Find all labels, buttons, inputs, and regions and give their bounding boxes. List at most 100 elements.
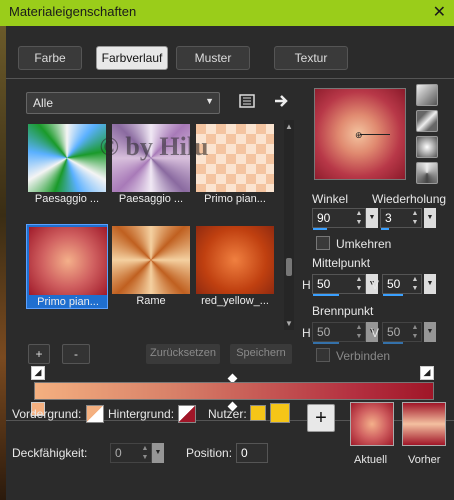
focus-h-bar (313, 342, 339, 344)
foreground-swatch[interactable] (86, 405, 104, 423)
focus-label: Brennpunkt (312, 304, 374, 318)
gradient-thumb[interactable]: Rame (110, 224, 192, 309)
gradient-preview (112, 226, 190, 294)
user-swatch-2[interactable] (270, 403, 290, 423)
angle-bar (313, 228, 327, 230)
focus-v-input[interactable]: 50 ▲ ▼ (382, 322, 422, 344)
center-v-input[interactable]: 50 ▲ ▼ (382, 274, 422, 296)
user-swatch-1[interactable] (250, 405, 266, 421)
tab-farbverlauf[interactable]: Farbverlauf (96, 46, 168, 70)
focus-h-stepper[interactable]: ▲ ▼ (353, 323, 365, 341)
angle-stepper[interactable]: ▲ ▼ (353, 209, 365, 227)
repeat-stepper[interactable]: ▲ ▼ (409, 209, 421, 227)
chevron-down-icon[interactable]: ▼ (284, 319, 294, 328)
center-v-stepper[interactable]: ▲ ▼ (409, 275, 421, 293)
radial-style-button[interactable] (416, 136, 438, 158)
angle-label: Winkel (312, 192, 349, 206)
tab-muster[interactable]: Muster (176, 46, 250, 70)
gradient-caption: Primo pian... (204, 193, 266, 205)
foreground-label: Vordergrund: (12, 407, 82, 421)
save-button[interactable]: Speichern (230, 344, 292, 364)
center-v-label: V (371, 278, 380, 292)
rectangular-style-button[interactable] (416, 110, 438, 132)
center-h-bar (313, 294, 339, 296)
chevron-up-icon[interactable]: ▲ (284, 122, 294, 131)
repeat-input[interactable]: 3 ▲ ▼ (380, 208, 422, 230)
background-label: Hintergrund: (108, 407, 175, 421)
center-v-dropdown[interactable]: ▼ (424, 274, 436, 294)
opacity-label: Deckfähigkeit: (12, 446, 88, 460)
tab-farbe[interactable]: Farbe (18, 46, 82, 70)
gradient-caption: red_yellow_... (201, 295, 269, 307)
focus-h-value: 50 (317, 325, 331, 339)
gallery-scrollbar[interactable]: ▲ ▼ (284, 120, 294, 330)
link-checkbox[interactable] (316, 348, 330, 362)
gradient-thumb[interactable]: red_yellow_... (194, 224, 276, 309)
focus-v-value: 50 (387, 325, 401, 339)
position-input[interactable]: 0 (236, 443, 268, 463)
focus-v-stepper[interactable]: ▲ ▼ (409, 323, 421, 341)
focus-h-input[interactable]: 50 ▲ ▼ (312, 322, 366, 344)
tab-textur[interactable]: Textur (274, 46, 348, 70)
reset-button[interactable]: Zurücksetzen (146, 344, 220, 364)
linear-style-button[interactable] (416, 84, 438, 106)
gradient-edit-icon[interactable] (238, 92, 256, 110)
gradient-preview (29, 227, 107, 295)
invert-checkbox[interactable] (316, 236, 330, 250)
gradient-bar[interactable] (34, 382, 434, 400)
window-title: Materialeigenschaften (9, 4, 137, 19)
opacity-stop-start[interactable]: ◢ (31, 366, 45, 380)
arrow-right-icon[interactable] (272, 92, 290, 110)
center-crosshair[interactable]: ⊕ (355, 130, 363, 141)
sunburst-style-button[interactable] (416, 162, 438, 184)
opacity-stepper[interactable]: ▲ ▼ (139, 444, 151, 462)
gradient-thumb-selected[interactable]: Primo pian... (26, 224, 108, 309)
category-value: Alle (33, 96, 54, 110)
center-label: Mittelpunkt (312, 256, 371, 270)
gradient-preview (196, 226, 274, 294)
previous-swatch[interactable] (402, 402, 446, 446)
user-label: Nutzer: (208, 407, 247, 421)
gradient-caption: Paesaggio ... (118, 193, 184, 205)
angle-line (360, 134, 390, 135)
focus-v-dropdown[interactable]: ▼ (424, 322, 436, 342)
focus-h-label: H (302, 326, 311, 340)
opacity-stop-end[interactable]: ◢ (420, 366, 434, 380)
close-icon[interactable]: ✕ (433, 2, 446, 22)
angle-input[interactable]: 90 ▲ ▼ (312, 208, 366, 230)
repeat-dropdown[interactable]: ▼ (424, 208, 436, 228)
gradient-caption: Rame (136, 295, 166, 307)
background-strip (0, 26, 6, 500)
position-label: Position: (186, 446, 233, 460)
chevron-down-icon: ▼ (205, 96, 214, 106)
background-swatch[interactable] (178, 405, 196, 423)
title-bar: Materialeigenschaften ✕ (0, 0, 454, 26)
center-h-input[interactable]: 50 ▲ ▼ (312, 274, 366, 296)
opacity-dropdown[interactable]: ▼ (152, 443, 164, 463)
previous-label: Vorher (408, 454, 441, 466)
link-label: Verbinden (336, 349, 391, 363)
add-gradient-button[interactable]: + (28, 344, 50, 364)
position-value: 0 (241, 446, 248, 460)
add-to-swatches-button[interactable]: + (307, 404, 335, 432)
gradient-preview-large[interactable]: ⊕ (314, 88, 406, 180)
opacity-value: 0 (115, 446, 122, 460)
divider (6, 78, 454, 79)
gradient-caption: Paesaggio ... (34, 193, 100, 205)
remove-gradient-button[interactable]: - (62, 344, 90, 364)
opacity-input[interactable]: 0 ▲ ▼ (110, 443, 152, 463)
gradient-caption: Primo pian... (37, 296, 99, 308)
category-dropdown[interactable]: Alle ▼ (26, 92, 220, 114)
watermark: © by Hilu (99, 132, 209, 161)
angle-dropdown[interactable]: ▼ (366, 208, 378, 228)
repeat-bar (381, 228, 389, 230)
current-swatch[interactable] (350, 402, 394, 446)
scroll-thumb[interactable] (286, 258, 292, 276)
angle-value: 90 (317, 211, 331, 225)
center-h-stepper[interactable]: ▲ ▼ (353, 275, 365, 293)
center-v-bar (383, 294, 403, 296)
focus-v-bar (383, 342, 403, 344)
center-v-value: 50 (387, 277, 401, 291)
repeat-value: 3 (385, 211, 392, 225)
center-h-label: H (302, 278, 311, 292)
